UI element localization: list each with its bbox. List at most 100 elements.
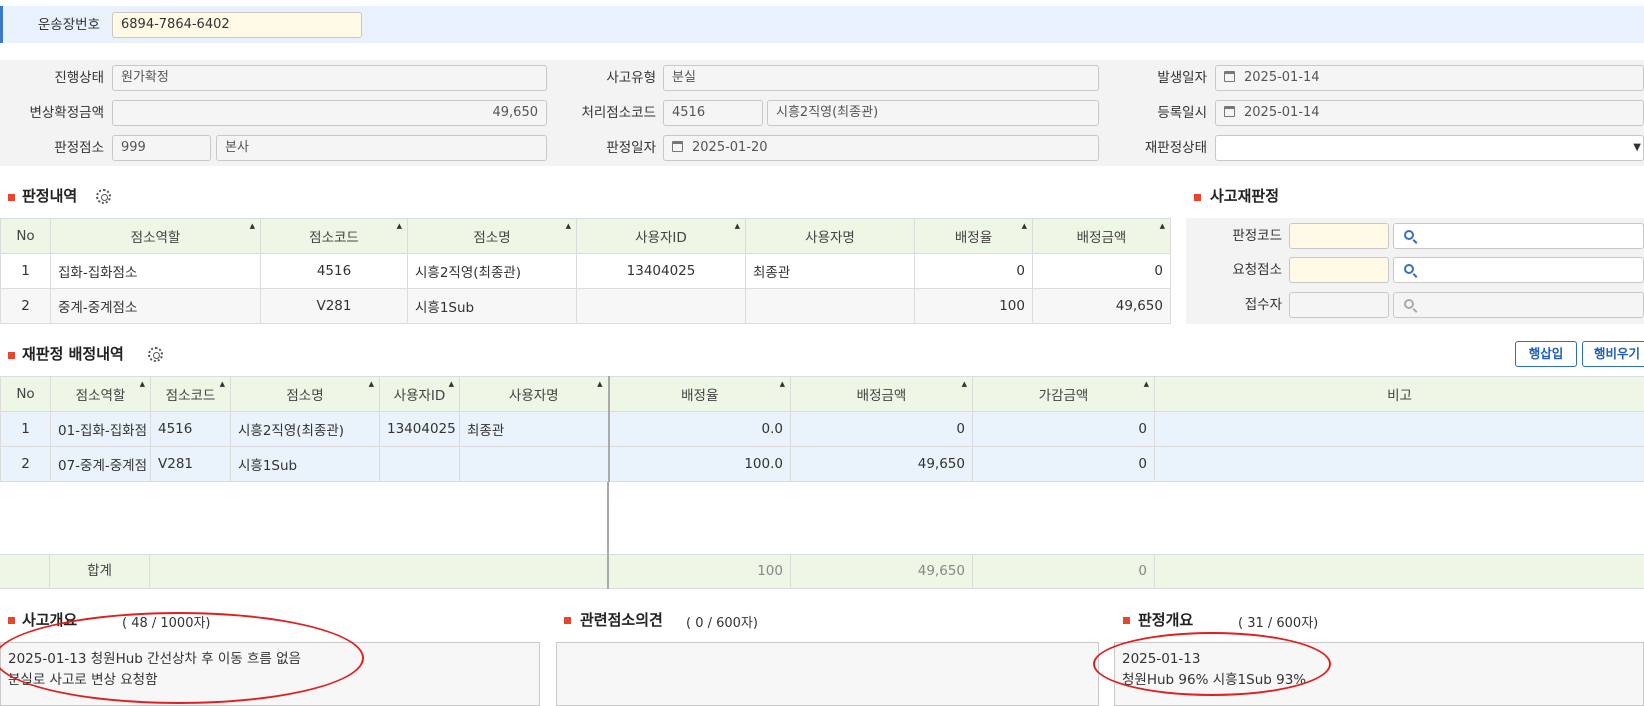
comp-amount-field: 49,650 <box>112 100 547 126</box>
cell: 2 <box>0 446 51 482</box>
total-divider <box>1154 554 1155 589</box>
judgment-title: 판정내역 <box>22 187 78 205</box>
judge-date-field: 2025-01-20 <box>663 135 1099 161</box>
cell[interactable]: 49,650 <box>790 446 973 482</box>
cell: 13404025 <box>576 253 746 289</box>
cell[interactable] <box>379 446 460 482</box>
opinion-count: ( 0 / 600자) <box>686 616 758 631</box>
cell <box>576 288 746 324</box>
cell[interactable]: 100.0 <box>608 446 791 482</box>
cell: 100 <box>914 288 1033 324</box>
cell: V281 <box>260 288 408 324</box>
receiver-input <box>1289 292 1389 318</box>
accident-type-field: 분실 <box>663 65 1099 91</box>
col-header: No <box>0 218 51 254</box>
grid-empty-area <box>0 482 1644 554</box>
col-header[interactable]: 배정금액 <box>1032 218 1171 254</box>
col-header[interactable]: 점소코드 <box>150 376 231 412</box>
col-header[interactable]: 점소역할 <box>50 376 151 412</box>
reassign-table: No 점소역할 점소코드 점소명 사용자ID 사용자명 배정율 배정금액 가감금… <box>0 376 1644 482</box>
opinion-textarea[interactable] <box>556 642 1099 706</box>
cell[interactable]: 시흥1Sub <box>230 446 380 482</box>
rejudge-panel-title: 사고재판정 <box>1210 187 1280 205</box>
table-row[interactable]: 1 01-집화-집화점 4516 시흥2직영(최종관) 13404025 최종관… <box>0 411 1644 447</box>
col-header[interactable]: 배정율 <box>914 218 1033 254</box>
col-header[interactable]: 점소코드 <box>260 218 408 254</box>
section-marker <box>1123 617 1130 624</box>
gear-icon[interactable] <box>148 347 163 362</box>
req-office-search[interactable] <box>1393 257 1644 283</box>
opinion-title: 관련점소의견 <box>580 611 663 629</box>
receiver-label: 접수자 <box>1244 297 1282 313</box>
cell: 중계-중계점소 <box>50 288 261 324</box>
col-header[interactable]: 사용자명 <box>459 376 610 412</box>
add-row-button[interactable]: 행삽입 <box>1515 341 1577 367</box>
cell[interactable] <box>459 446 610 482</box>
cell[interactable] <box>1154 446 1644 482</box>
req-office-input[interactable] <box>1289 257 1389 283</box>
proc-name-field: 시흥2직영(최종관) <box>767 100 1099 126</box>
cell[interactable] <box>1154 411 1644 447</box>
judge-office-name-field: 본사 <box>216 135 547 161</box>
judge-code-search[interactable] <box>1393 223 1644 249</box>
cell: 2 <box>0 288 51 324</box>
col-header[interactable]: 사용자명 <box>745 218 915 254</box>
cell[interactable]: 0.0 <box>608 411 791 447</box>
req-office-label: 요청점소 <box>1232 262 1282 278</box>
cell[interactable]: 01-집화-집화점 <box>50 411 151 447</box>
cell: 시흥1Sub <box>407 288 577 324</box>
col-header[interactable]: 점소역할 <box>50 218 261 254</box>
frozen-column-divider <box>607 482 609 554</box>
section-marker <box>564 617 571 624</box>
cell: 시흥2직영(최종관) <box>407 253 577 289</box>
section-marker <box>8 617 15 624</box>
search-icon[interactable] <box>1404 230 1414 240</box>
total-rate: 100 <box>757 563 783 579</box>
table-header-row: No 점소역할 점소코드 점소명 사용자ID 사용자명 배정율 배정금액 가감금… <box>0 376 1644 412</box>
calendar-icon <box>1224 71 1235 82</box>
col-header[interactable]: 사용자ID <box>379 376 460 412</box>
rejudge-status-label: 재판정상태 <box>1144 140 1207 156</box>
cell[interactable]: 시흥2직영(최종관) <box>230 411 380 447</box>
col-header: 비고 <box>1154 376 1644 412</box>
cell[interactable]: V281 <box>150 446 231 482</box>
cell[interactable]: 13404025 <box>379 411 460 447</box>
table-row[interactable]: 1 집화-집화점소 4516 시흥2직영(최종관) 13404025 최종관 0… <box>0 253 1171 289</box>
judge-code-input[interactable] <box>1289 223 1389 249</box>
cell[interactable]: 07-중계-중계점 <box>50 446 151 482</box>
receiver-search <box>1393 292 1644 318</box>
col-header[interactable]: 배정율 <box>608 376 791 412</box>
cell[interactable]: 4516 <box>150 411 231 447</box>
reassign-title: 재판정 배정내역 <box>22 345 124 363</box>
judge-code-label: 판정코드 <box>1232 228 1282 244</box>
judge-date-label: 판정일자 <box>606 140 656 156</box>
occur-date-field: 2025-01-14 <box>1215 65 1644 91</box>
section-marker <box>8 352 15 359</box>
search-icon[interactable] <box>1404 264 1414 274</box>
section-marker <box>8 194 15 201</box>
gear-icon[interactable] <box>96 189 111 204</box>
table-row[interactable]: 2 07-중계-중계점 V281 시흥1Sub 100.0 49,650 0 <box>0 446 1644 482</box>
waybill-input[interactable]: 6894-7864-6402 <box>112 12 362 38</box>
col-header[interactable]: 점소명 <box>230 376 380 412</box>
accident-type-label: 사고유형 <box>606 70 656 86</box>
col-header[interactable]: 가감금액 <box>972 376 1155 412</box>
cell[interactable]: 0 <box>972 446 1155 482</box>
cell[interactable]: 0 <box>972 411 1155 447</box>
table-row[interactable]: 2 중계-중계점소 V281 시흥1Sub 100 49,650 <box>0 288 1171 324</box>
col-header[interactable]: 사용자ID <box>576 218 746 254</box>
rejudge-status-select[interactable]: ▼ <box>1215 135 1644 161</box>
cell: 0 <box>1032 253 1171 289</box>
calendar-icon <box>1224 106 1235 117</box>
judge-summary-count: ( 31 / 600자) <box>1238 616 1319 631</box>
clear-row-button[interactable]: 행비우기 <box>1582 341 1644 367</box>
cell[interactable]: 0 <box>790 411 973 447</box>
section-marker <box>1194 194 1201 201</box>
col-header: No <box>0 376 51 412</box>
comp-amount-label: 변상확정금액 <box>29 105 104 121</box>
proc-code-field: 4516 <box>663 100 763 126</box>
col-header[interactable]: 배정금액 <box>790 376 973 412</box>
cell[interactable]: 최종관 <box>459 411 610 447</box>
cell: 최종관 <box>745 253 915 289</box>
col-header[interactable]: 점소명 <box>407 218 577 254</box>
